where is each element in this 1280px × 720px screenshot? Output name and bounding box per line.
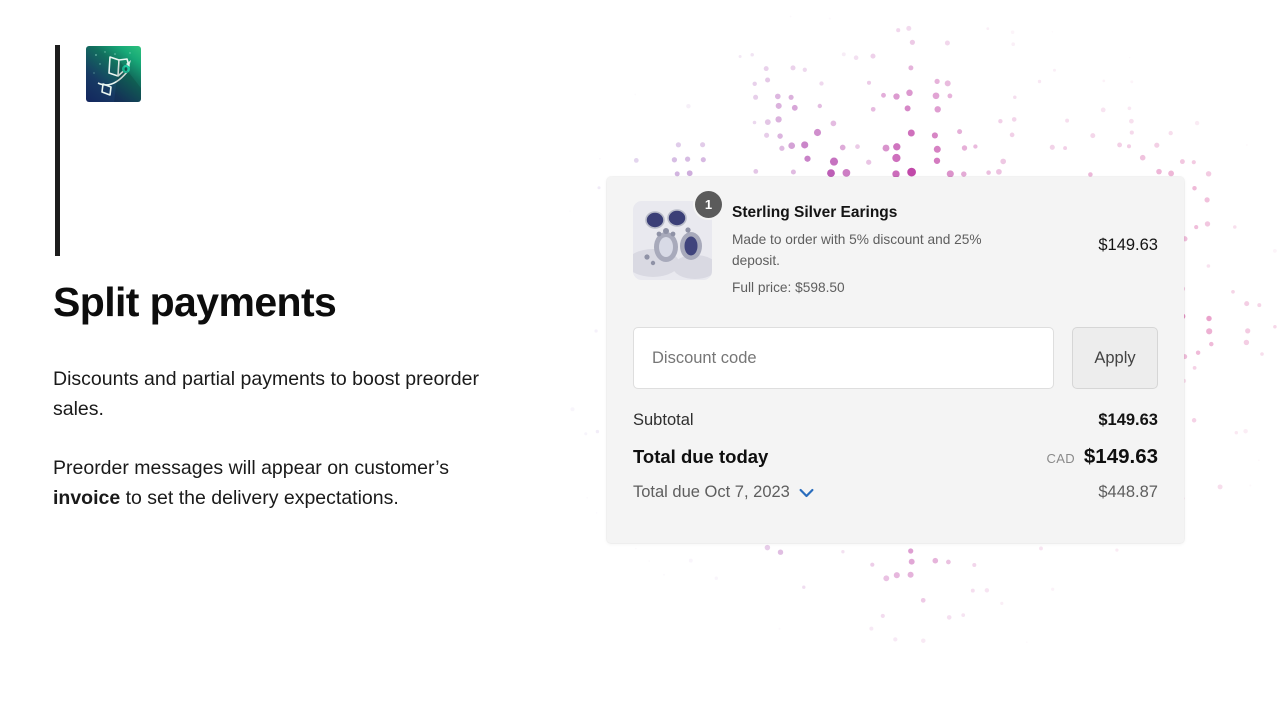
total-due-today-label: Total due today: [633, 446, 769, 468]
page-title: Split payments: [53, 279, 337, 325]
subtotal-label: Subtotal: [633, 411, 694, 430]
product-title: Sterling Silver Earings: [732, 204, 898, 221]
total-due-today-value: $149.63: [1083, 445, 1158, 469]
paragraph-2-emphasis: invoice: [53, 487, 121, 509]
product-description: Made to order with 5% discount and 25% d…: [732, 232, 982, 269]
discount-code-row: Apply: [633, 327, 1158, 390]
subtotal-row: Subtotal $149.63: [633, 411, 1158, 430]
total-due-future-row[interactable]: Total due Oct 7, 2023 $448.87: [633, 483, 1158, 502]
product-line-price: $149.63: [1098, 236, 1158, 254]
product-full-price: Full price: $598.50: [732, 280, 845, 296]
slide-canvas: Split payments Discounts and partial pay…: [0, 0, 1280, 720]
total-due-today-amount: CAD $149.63: [1047, 445, 1158, 469]
discount-code-input[interactable]: [633, 327, 1054, 390]
total-due-future-value: $448.87: [1098, 483, 1158, 502]
product-line-item: 1 Sterling Silver Earings Made to order …: [633, 177, 1158, 297]
chevron-down-icon[interactable]: [799, 488, 814, 498]
checkout-summary-card: 1 Sterling Silver Earings Made to order …: [607, 177, 1184, 543]
product-details: Sterling Silver Earings Made to order wi…: [712, 201, 1088, 297]
total-due-future-label: Total due Oct 7, 2023: [633, 483, 790, 502]
total-due-future-label-wrap[interactable]: Total due Oct 7, 2023: [633, 483, 814, 502]
quantity-badge: 1: [695, 191, 722, 218]
product-thumbnail-wrap: 1: [633, 191, 722, 280]
marketing-column: Split payments Discounts and partial pay…: [0, 0, 560, 720]
paragraph-2-tail: to set the delivery expectations.: [120, 487, 399, 509]
subtotal-value: $149.63: [1098, 411, 1158, 430]
marketing-paragraph-2: Preorder messages will appear on custome…: [53, 453, 503, 513]
totals-section: Subtotal $149.63 Total due today CAD $14…: [633, 411, 1158, 502]
total-due-today-row: Total due today CAD $149.63: [633, 445, 1158, 469]
currency-label: CAD: [1046, 451, 1075, 467]
paragraph-2-lead: Preorder messages will appear on custome…: [53, 457, 449, 479]
marketing-paragraph-1: Discounts and partial payments to boost …: [53, 368, 479, 420]
accent-bar: [55, 45, 60, 256]
rocket-arrow-logo-icon: [86, 46, 141, 102]
apply-discount-button[interactable]: Apply: [1072, 327, 1158, 390]
